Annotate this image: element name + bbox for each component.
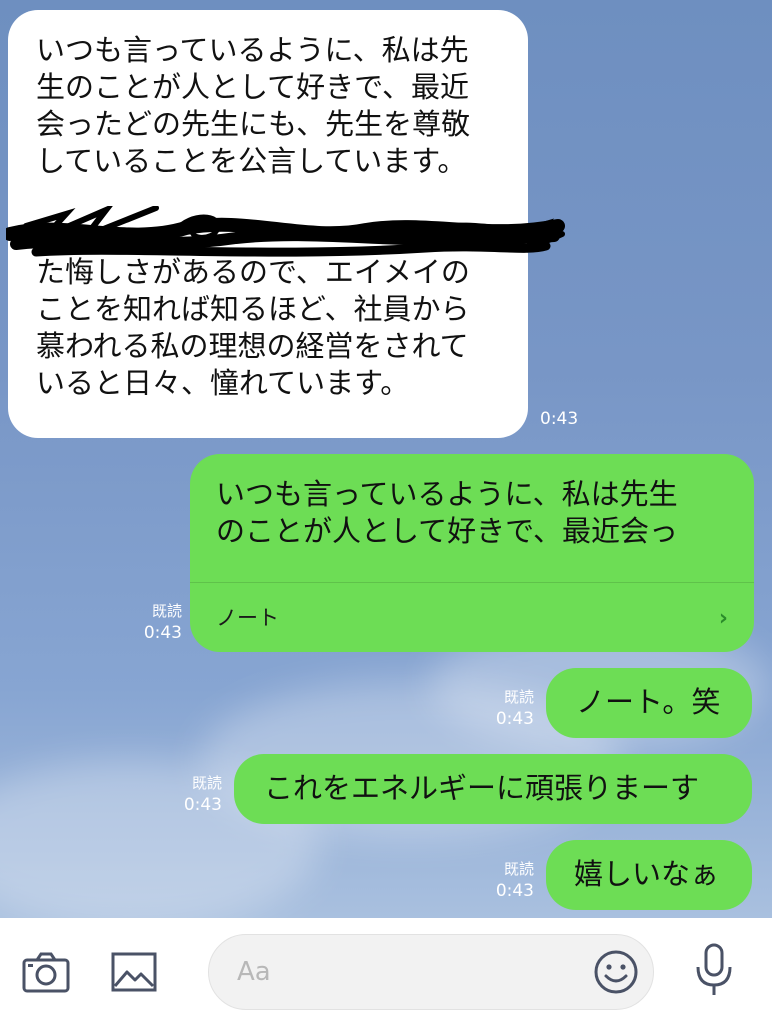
message-time: 0:43 (183, 795, 222, 815)
message-text: 嬉しいなぁ (574, 857, 720, 891)
outgoing-message-bubble[interactable]: 嬉しいなぁ (546, 840, 752, 910)
message-input-bar (0, 918, 772, 1024)
message-line: いると日々、憧れています。 (36, 366, 410, 400)
note-divider (190, 582, 754, 583)
message-meta: 既読 0:43 (160, 772, 222, 816)
redaction-scribble (6, 206, 565, 257)
message-meta: 既読 0:43 (120, 600, 182, 644)
image-icon[interactable] (106, 944, 162, 1000)
read-receipt: 既読 (191, 774, 222, 792)
microphone-icon[interactable] (686, 942, 742, 998)
note-link-label[interactable]: ノート (216, 600, 279, 637)
message-time: 0:43 (143, 623, 182, 643)
message-line: ことを知れば知るほど、社員から (36, 292, 470, 326)
chat-area[interactable]: いつも言っているように、私は先 生のことが人として好きで、最近 会ったどの先生に… (0, 0, 772, 918)
read-receipt: 既読 (503, 688, 534, 706)
emoji-icon[interactable] (588, 944, 644, 1000)
message-time: 0:43 (540, 409, 579, 429)
message-text: これをエネルギーに頑張りまーす (264, 771, 700, 805)
message-meta: 既読 0:43 (470, 686, 534, 730)
message-line: していることを公言しています。 (36, 144, 467, 178)
message-line: のことが人として好きで、最近会っ (216, 514, 678, 548)
outgoing-message-bubble[interactable]: これをエネルギーに頑張りまーす (234, 754, 752, 824)
note-message-bubble[interactable]: いつも言っているように、私は先生 のことが人として好きで、最近会っ ノート › (190, 454, 754, 652)
message-meta: 既読 0:43 (470, 858, 534, 902)
message-line: 慕われる私の理想の経営をされて (36, 329, 469, 363)
message-line: 生のことが人として好きで、最近 (36, 70, 469, 104)
message-time: 0:43 (495, 881, 534, 901)
read-receipt: 既読 (503, 860, 534, 878)
message-line: いつも言っているように、私は先生 (216, 477, 678, 511)
read-receipt: 既読 (151, 602, 182, 620)
message-line: いつも言っているように、私は先 (36, 33, 469, 67)
message-line: 会ったどの先生にも、先生を尊敬 (36, 107, 471, 141)
outgoing-message-bubble[interactable]: ノート。笑 (546, 668, 752, 738)
chevron-right-icon[interactable]: › (719, 600, 728, 637)
message-time: 0:43 (495, 709, 534, 729)
camera-icon[interactable] (18, 944, 74, 1000)
message-text: ノート。笑 (576, 685, 721, 719)
message-meta: 0:43 (540, 408, 578, 430)
